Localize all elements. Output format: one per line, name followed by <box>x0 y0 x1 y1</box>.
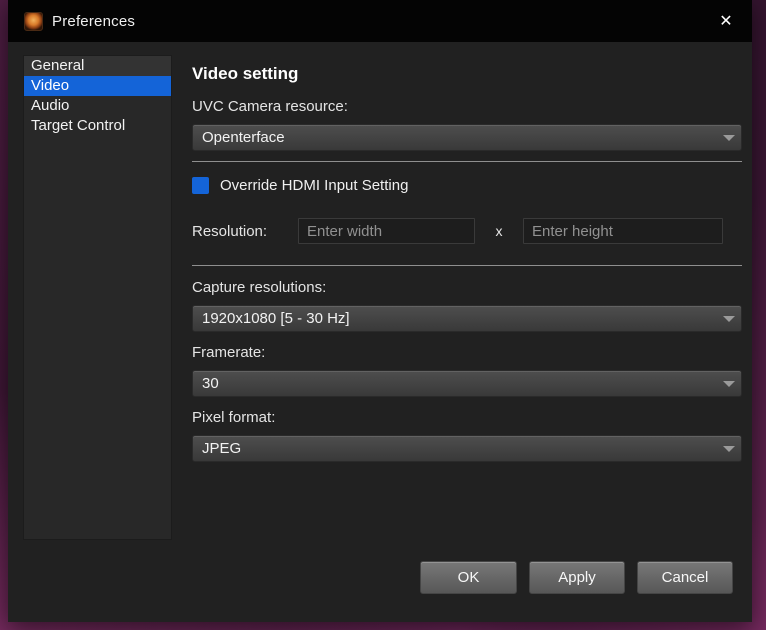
chevron-down-icon <box>717 125 741 150</box>
uvc-camera-label: UVC Camera resource: <box>192 98 742 115</box>
framerate-value: 30 <box>193 375 717 392</box>
capture-resolutions-value: 1920x1080 [5 - 30 Hz] <box>193 310 717 327</box>
override-hdmi-checkbox[interactable] <box>192 177 209 194</box>
capture-resolutions-label: Capture resolutions: <box>192 279 742 296</box>
resolution-separator: x <box>475 223 523 239</box>
page-title: Video setting <box>192 64 742 84</box>
pixel-format-value: JPEG <box>193 440 717 457</box>
sidebar-item-target-control[interactable]: Target Control <box>24 116 171 136</box>
window-title: Preferences <box>52 13 135 30</box>
cancel-button[interactable]: Cancel <box>637 561 733 594</box>
app-logo-icon <box>24 12 43 31</box>
ok-button[interactable]: OK <box>420 561 517 594</box>
chevron-down-icon <box>717 436 741 461</box>
section-divider <box>192 161 742 162</box>
pixel-format-select[interactable]: JPEG <box>192 435 742 462</box>
close-icon[interactable]: ✕ <box>706 0 746 42</box>
resolution-row: Resolution: x <box>192 218 742 244</box>
sidebar-item-video[interactable]: Video <box>24 76 171 96</box>
framerate-select[interactable]: 30 <box>192 370 742 397</box>
resolution-label: Resolution: <box>192 223 298 240</box>
dialog-body: General Video Audio Target Control Video… <box>8 42 752 622</box>
capture-resolutions-select[interactable]: 1920x1080 [5 - 30 Hz] <box>192 305 742 332</box>
uvc-camera-value: Openterface <box>193 129 717 146</box>
section-divider <box>192 265 742 266</box>
apply-button[interactable]: Apply <box>529 561 625 594</box>
override-hdmi-row: Override HDMI Input Setting <box>192 177 742 194</box>
chevron-down-icon <box>717 306 741 331</box>
title-bar: Preferences ✕ <box>8 0 752 42</box>
sidebar-item-audio[interactable]: Audio <box>24 96 171 116</box>
chevron-down-icon <box>717 371 741 396</box>
framerate-label: Framerate: <box>192 344 742 361</box>
preferences-window: Preferences ✕ General Video Audio Target… <box>8 0 752 622</box>
height-field[interactable] <box>523 218 723 244</box>
width-field[interactable] <box>298 218 475 244</box>
video-settings-panel: Video setting UVC Camera resource: Opent… <box>192 42 742 622</box>
settings-category-list: General Video Audio Target Control <box>23 55 172 540</box>
pixel-format-label: Pixel format: <box>192 409 742 426</box>
override-hdmi-label: Override HDMI Input Setting <box>220 177 408 194</box>
sidebar-item-general[interactable]: General <box>24 56 171 76</box>
uvc-camera-select[interactable]: Openterface <box>192 124 742 151</box>
